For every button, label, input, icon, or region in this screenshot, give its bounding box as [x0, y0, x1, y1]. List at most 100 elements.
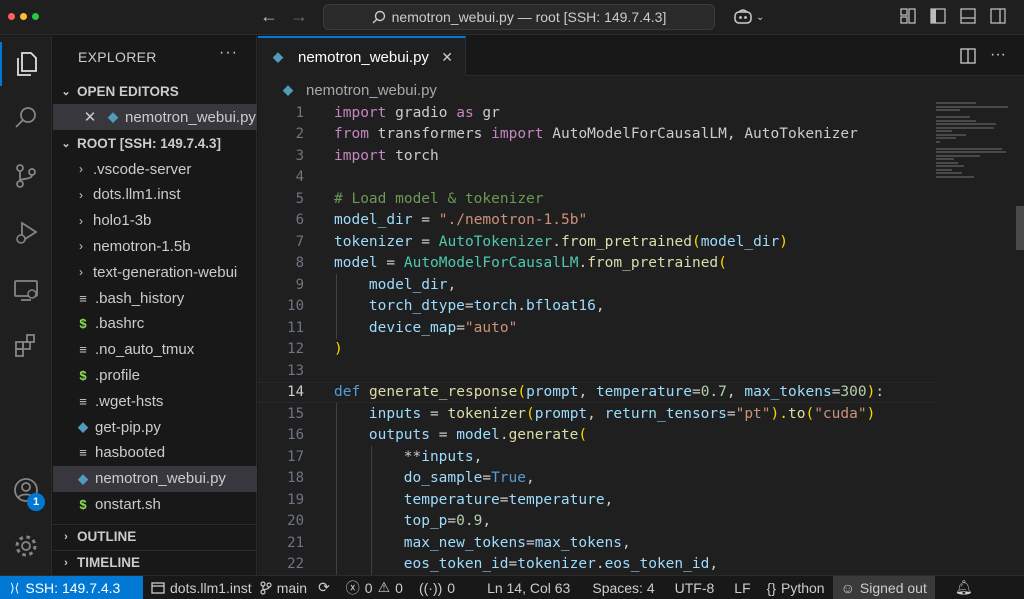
- code-line[interactable]: 20 top_p=0.9,: [258, 511, 934, 533]
- close-icon[interactable]: ✕: [79, 108, 101, 126]
- tree-item[interactable]: $ .profile: [53, 362, 257, 388]
- indentation[interactable]: Spaces: 4: [584, 576, 662, 599]
- tree-item[interactable]: ≡ hasbooted: [53, 440, 257, 466]
- code-token: .: [499, 427, 509, 444]
- cursor-position[interactable]: Ln 14, Col 63: [479, 576, 578, 599]
- search-activity[interactable]: [0, 96, 52, 140]
- chevron-down-icon: ⌄: [61, 85, 71, 98]
- toggle-panel-button[interactable]: [960, 8, 976, 24]
- remote-indicator[interactable]: ⟩⟨ SSH: 149.7.4.3: [0, 575, 143, 599]
- breadcrumb[interactable]: ◆ nemotron_webui.py: [280, 80, 437, 100]
- back-arrow-icon[interactable]: ←: [260, 6, 278, 26]
- code-line[interactable]: 16 outputs = model.generate(: [258, 425, 934, 447]
- code-line[interactable]: 13: [258, 360, 934, 382]
- warning-icon: ⚠: [377, 579, 391, 595]
- code-line[interactable]: 1 import gradio as gr: [258, 102, 934, 124]
- code-token: temperature: [595, 384, 692, 401]
- code-text: model_dir = "./nemotron-1.5b": [334, 212, 587, 228]
- code-line[interactable]: 4: [258, 167, 934, 189]
- code-line[interactable]: 14 def generate_response(prompt, temperat…: [258, 381, 934, 403]
- code-line[interactable]: 6 model_dir = "./nemotron-1.5b": [258, 210, 934, 232]
- manage-activity[interactable]: [0, 524, 52, 568]
- command-center[interactable]: nemotron_webui.py — root [SSH: 149.7.4.3…: [323, 4, 715, 30]
- code-line[interactable]: 22 eos_token_id=tokenizer.eos_token_id,: [258, 554, 934, 576]
- minimap[interactable]: [936, 102, 1012, 182]
- git-branch[interactable]: main ⟳: [260, 576, 338, 599]
- tree-item[interactable]: › holo1-3b: [53, 208, 257, 234]
- customize-layout-button[interactable]: [900, 8, 916, 24]
- tree-item[interactable]: ≡ .wget-hsts: [53, 388, 257, 414]
- remote-explorer-activity[interactable]: [0, 268, 52, 312]
- copilot-status[interactable]: ☺ Signed out: [832, 575, 935, 599]
- language-mode[interactable]: {} Python: [759, 576, 833, 599]
- code-token: ,: [709, 556, 719, 573]
- workspace-folder[interactable]: dots.llm1.inst: [143, 576, 260, 599]
- line-number: 17: [287, 448, 304, 465]
- code-line[interactable]: 9 model_dir,: [258, 274, 934, 296]
- tree-item[interactable]: $ onstart.sh: [53, 491, 257, 517]
- open-editor-item[interactable]: ✕ ◆ nemotron_webui.py: [53, 104, 257, 130]
- code-line[interactable]: 11 device_map="auto": [258, 317, 934, 339]
- tree-item[interactable]: › nemotron-1.5b: [53, 233, 257, 259]
- code-line[interactable]: 3 import torch: [258, 145, 934, 167]
- source-control-activity[interactable]: [0, 154, 52, 198]
- end-of-line[interactable]: LF: [726, 576, 758, 599]
- minimize-window-button[interactable]: [20, 13, 27, 20]
- problems-indicator[interactable]: ⓧ 0 ⚠ 0: [338, 576, 411, 599]
- tree-item[interactable]: $ .bashrc: [53, 311, 257, 337]
- tree-item[interactable]: ≡ .bash_history: [53, 285, 257, 311]
- code-line[interactable]: 8 model = AutoModelForCausalLM.from_pretr…: [258, 253, 934, 275]
- code-line[interactable]: 15 inputs = tokenizer(prompt, return_tens…: [258, 403, 934, 425]
- tree-item[interactable]: › text-generation-webui: [53, 259, 257, 285]
- tree-item[interactable]: ◆ get-pip.py: [53, 414, 257, 440]
- editor-more-icon[interactable]: ···: [990, 46, 1006, 64]
- root-folder-section[interactable]: ⌄ ROOT [SSH: 149.7.4.3]: [53, 131, 257, 155]
- close-tab-icon[interactable]: ✕: [441, 49, 453, 66]
- code-token: .: [578, 255, 588, 272]
- code-editor[interactable]: 1 import gradio as gr 2 from transformers i…: [258, 102, 1024, 575]
- code-token: ,: [578, 384, 596, 401]
- extensions-activity[interactable]: [0, 324, 52, 368]
- forward-arrow-icon[interactable]: →: [290, 6, 308, 26]
- notifications[interactable]: 🔔︎: [947, 576, 981, 599]
- indent-guide: [370, 446, 372, 575]
- encoding[interactable]: UTF-8: [667, 576, 723, 599]
- accounts-activity[interactable]: 1: [0, 468, 52, 512]
- outline-section[interactable]: › OUTLINE: [53, 524, 257, 548]
- remote-icon: ⟩⟨: [10, 580, 20, 595]
- code-line[interactable]: 7 tokenizer = AutoTokenizer.from_pretrain…: [258, 231, 934, 253]
- more-actions-icon[interactable]: ···: [219, 44, 238, 62]
- code-line[interactable]: 19 temperature=temperature,: [258, 489, 934, 511]
- vertical-scrollbar[interactable]: [1016, 206, 1024, 250]
- tree-item[interactable]: › dots.llm1.inst: [53, 182, 257, 208]
- code-line[interactable]: 10 torch_dtype=torch.bfloat16,: [258, 296, 934, 318]
- code-line[interactable]: 2 from transformers import AutoModelForCa…: [258, 124, 934, 146]
- toggle-secondary-sidebar-button[interactable]: [990, 8, 1006, 24]
- run-debug-activity[interactable]: [0, 211, 52, 255]
- explorer-activity[interactable]: [0, 42, 52, 86]
- ports-indicator[interactable]: ((·)) 0: [411, 576, 463, 599]
- tab-nemotron-webui[interactable]: ◆ nemotron_webui.py ✕: [258, 36, 466, 76]
- code-line[interactable]: 5 # Load model & tokenizer: [258, 188, 934, 210]
- tree-item[interactable]: › .vscode-server: [53, 156, 257, 182]
- remote-explorer-icon: [14, 280, 38, 301]
- code-line[interactable]: 18 do_sample=True,: [258, 468, 934, 490]
- explorer-sidebar: EXPLORER ··· ⌄ OPEN EDITORS ✕ ◆ nemotron…: [53, 36, 257, 575]
- code-line[interactable]: 12): [258, 339, 934, 361]
- code-line[interactable]: 17 **inputs,: [258, 446, 934, 468]
- split-editor-icon[interactable]: [960, 48, 976, 64]
- code-line[interactable]: 21 max_new_tokens=max_tokens,: [258, 532, 934, 554]
- copilot-icon: [734, 9, 752, 24]
- tree-item[interactable]: ◆ nemotron_webui.py: [53, 465, 257, 492]
- open-editors-section[interactable]: ⌄ OPEN EDITORS: [53, 79, 257, 103]
- copilot-menu[interactable]: ⌄: [733, 8, 764, 26]
- toggle-primary-sidebar-button[interactable]: [930, 8, 946, 24]
- close-window-button[interactable]: [8, 13, 15, 20]
- tree-item[interactable]: ≡ .no_auto_tmux: [53, 337, 257, 363]
- code-token: =: [412, 233, 439, 250]
- tree-item-label: text-generation-webui: [93, 263, 238, 281]
- timeline-section[interactable]: › TIMELINE: [53, 550, 257, 574]
- code-token: "./nemotron-1.5b": [438, 212, 588, 229]
- sync-icon[interactable]: ⟳: [318, 579, 330, 596]
- zoom-window-button[interactable]: [32, 13, 39, 20]
